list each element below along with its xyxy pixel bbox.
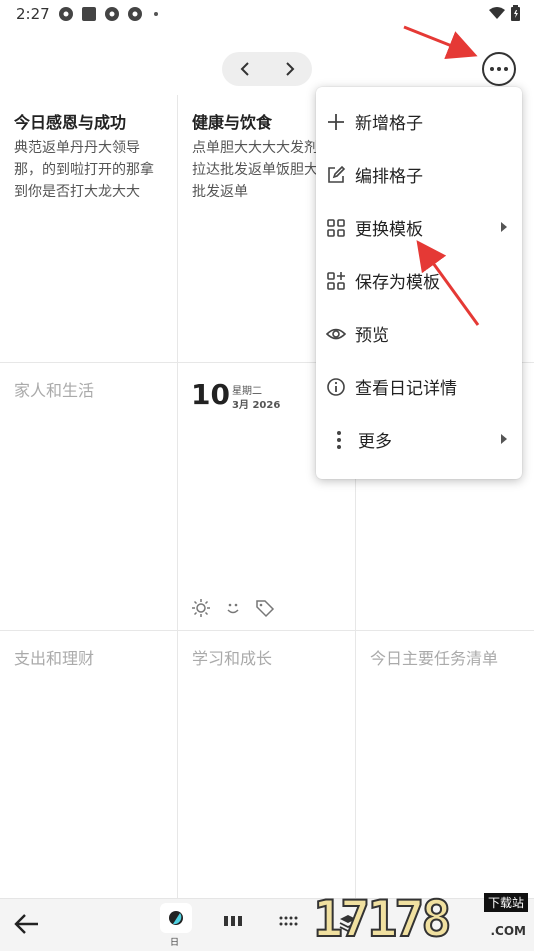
cell-title: 支出和理财 — [14, 649, 95, 668]
menu-item-more[interactable]: 更多 — [316, 413, 522, 466]
grid-icon — [327, 218, 345, 237]
month-view-icon[interactable] — [278, 913, 300, 929]
cell-title: 今日感恩与成功 — [14, 113, 127, 132]
app-notification-icon — [128, 7, 142, 21]
day-view-icon — [169, 911, 183, 925]
menu-item-label: 编排格子 — [355, 167, 423, 187]
mood-icon[interactable] — [223, 598, 243, 618]
view-day-button[interactable] — [160, 903, 192, 933]
status-bar: 2:27 — [0, 0, 534, 30]
next-day-button[interactable] — [267, 52, 312, 86]
week-view-icon[interactable] — [223, 913, 243, 929]
date-month-year: 3月 2026 — [232, 400, 281, 411]
date-nav — [222, 52, 312, 86]
date-cell-icons — [191, 598, 275, 618]
weather-icon[interactable] — [191, 598, 211, 618]
watermark-domain: .COM — [490, 924, 526, 938]
grid-cell-learning[interactable]: 学习和成长 — [178, 631, 355, 898]
back-arrow-icon[interactable] — [14, 913, 40, 935]
notification-icons — [58, 6, 158, 22]
cell-body: 典范返单丹丹大领导那，的到啦打开的那拿到你是否打大龙大大 — [14, 140, 154, 200]
menu-item-save-template[interactable]: 保存为模板 — [316, 254, 522, 307]
app-notification-icon — [59, 7, 73, 21]
menu-item-diary-details[interactable]: 查看日记详情 — [316, 360, 522, 413]
menu-item-label: 保存为模板 — [355, 273, 440, 293]
date-weekday: 星期二 — [232, 386, 262, 397]
menu-item-arrange-cells[interactable]: 编排格子 — [316, 148, 522, 201]
wifi-icon — [489, 7, 505, 19]
menu-item-preview[interactable]: 预览 — [316, 307, 522, 360]
menu-item-label: 新增格子 — [355, 114, 423, 134]
menu-item-label: 更多 — [358, 432, 392, 452]
grid-add-icon — [327, 271, 345, 290]
menu-item-change-template[interactable]: 更换模板 — [316, 201, 522, 254]
battery-icon — [511, 5, 520, 21]
cell-title: 学习和成长 — [192, 649, 273, 668]
prev-day-button[interactable] — [222, 52, 267, 86]
plus-icon — [328, 113, 344, 130]
more-notifications-dot — [154, 12, 158, 16]
submenu-arrow-icon — [501, 434, 507, 444]
tag-icon[interactable] — [255, 598, 275, 618]
app-notification-icon — [105, 7, 119, 21]
site-watermark: 17178 下载站 .COM — [305, 889, 534, 950]
view-day-label: 日 — [170, 938, 180, 948]
more-options-menu: 新增格子 编排格子 更换模板 保存为模板 预览 查看日记详情 更多 — [316, 87, 522, 479]
more-vert-icon — [337, 430, 341, 449]
more-options-button[interactable] — [482, 52, 516, 86]
status-time: 2:27 — [16, 5, 50, 23]
grid-cell-gratitude[interactable]: 今日感恩与成功 典范返单丹丹大领导那，的到啦打开的那拿到你是否打大龙大大 — [0, 95, 177, 362]
menu-item-label: 更换模板 — [355, 220, 423, 240]
grid-cell-tasks[interactable]: 今日主要任务清单 — [356, 631, 534, 898]
cell-title: 家人和生活 — [14, 381, 95, 400]
menu-item-add-cell[interactable]: 新增格子 — [316, 95, 522, 148]
menu-item-label: 查看日记详情 — [355, 379, 457, 399]
submenu-arrow-icon — [501, 222, 507, 232]
chevron-left-icon — [240, 62, 249, 76]
grid-cell-finance[interactable]: 支出和理财 — [0, 631, 177, 898]
watermark-text: 17178 — [312, 889, 452, 949]
annotation-arrow — [403, 25, 478, 60]
menu-item-label: 预览 — [355, 326, 389, 346]
watermark-tag: 下载站 — [483, 893, 528, 912]
info-icon — [327, 377, 345, 396]
date-day: 10 — [191, 378, 230, 411]
eye-icon — [326, 328, 346, 339]
grid-cell-family[interactable]: 家人和生活 — [0, 363, 177, 630]
chevron-right-icon — [285, 62, 294, 76]
system-icons — [488, 5, 520, 21]
edit-icon — [328, 165, 346, 183]
square-notification-icon — [82, 7, 96, 21]
cell-title: 今日主要任务清单 — [370, 649, 499, 668]
